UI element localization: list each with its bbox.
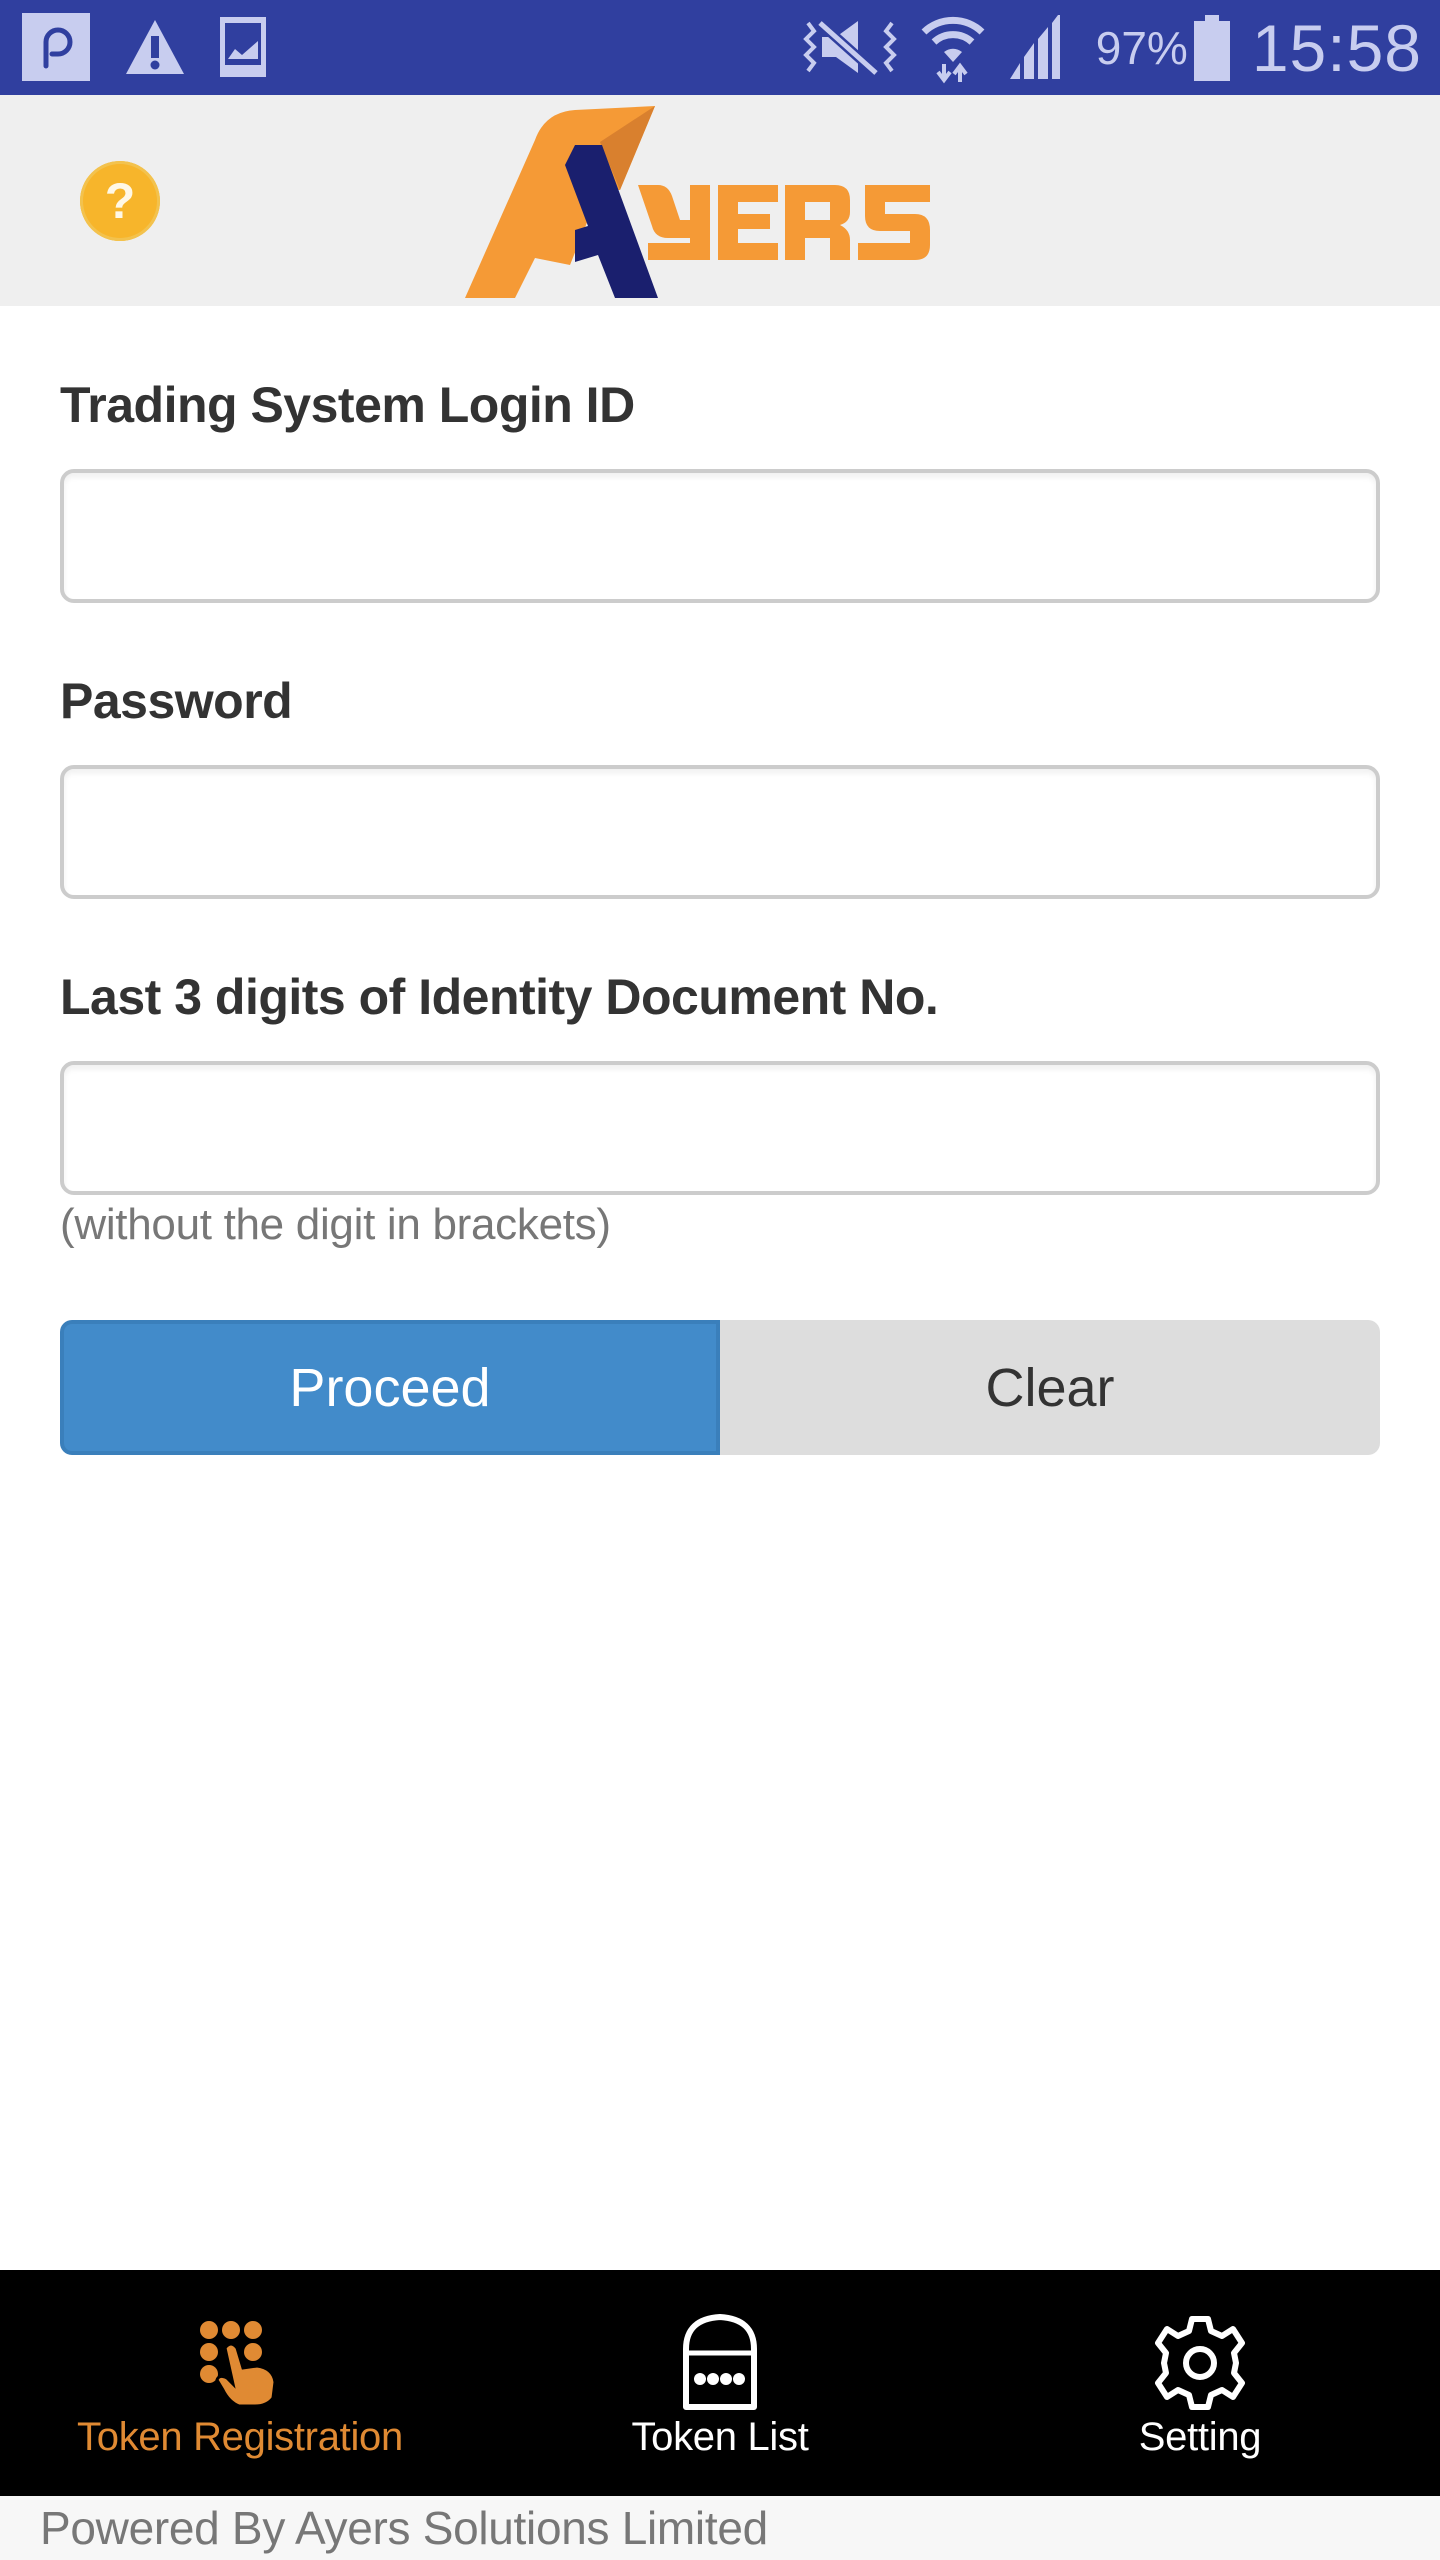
clear-button[interactable]: Clear xyxy=(720,1320,1380,1455)
help-button[interactable]: ? xyxy=(80,161,160,241)
nav-item-token-list[interactable]: Token List xyxy=(480,2270,960,2496)
status-bar-system: 97% 15:58 xyxy=(780,0,1422,95)
login-id-input[interactable] xyxy=(60,469,1380,603)
password-input[interactable] xyxy=(60,765,1380,899)
battery-percent: 97% xyxy=(1095,21,1188,74)
nav-label-token-registration: Token Registration xyxy=(77,2415,403,2459)
bottom-nav: Token Registration Token List Setting xyxy=(0,2270,1440,2496)
app-notification-icon xyxy=(22,13,90,81)
form-actions: Proceed Clear xyxy=(60,1320,1380,1455)
question-mark-icon: ? xyxy=(104,173,136,229)
warning-icon xyxy=(126,20,184,74)
id-digits-label: Last 3 digits of Identity Document No. xyxy=(60,969,939,1025)
nav-label-setting: Setting xyxy=(1138,2415,1262,2459)
ayers-logo xyxy=(465,106,930,298)
cell-signal-icon xyxy=(1009,14,1060,79)
nav-label-token-list: Token List xyxy=(631,2415,809,2459)
password-label: Password xyxy=(60,673,293,729)
status-bar-notifications xyxy=(22,13,300,81)
token-lock-icon xyxy=(665,2308,775,2418)
nav-item-token-registration[interactable]: Token Registration xyxy=(0,2270,480,2496)
status-bar: 97% 15:58 xyxy=(0,0,1440,95)
image-icon xyxy=(220,17,266,77)
keypad-touch-icon xyxy=(185,2308,295,2418)
powered-by-footer: Powered By Ayers Solutions Limited xyxy=(0,2496,1440,2560)
battery-icon xyxy=(1193,14,1230,81)
wifi-data-icon xyxy=(921,16,985,83)
proceed-button[interactable]: Proceed xyxy=(60,1320,720,1455)
vibrate-mute-icon xyxy=(802,18,897,77)
gear-icon xyxy=(1145,2308,1255,2418)
id-digits-input[interactable] xyxy=(60,1061,1380,1195)
footer-text: Powered By Ayers Solutions Limited xyxy=(40,2502,768,2554)
clock: 15:58 xyxy=(1251,10,1422,85)
login-id-label: Trading System Login ID xyxy=(60,377,635,433)
nav-item-setting[interactable]: Setting xyxy=(960,2270,1440,2496)
id-digits-hint: (without the digit in brackets) xyxy=(60,1200,611,1249)
app-header: ? xyxy=(0,95,1440,306)
